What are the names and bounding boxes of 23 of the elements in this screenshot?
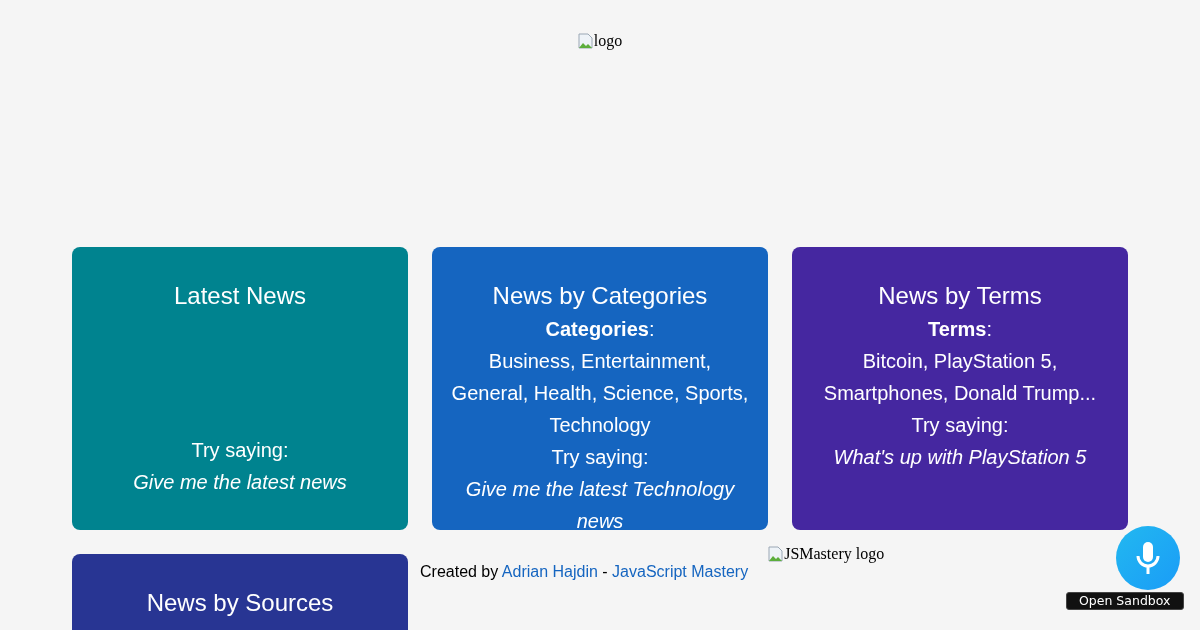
- brand-link[interactable]: JavaScript Mastery: [612, 563, 749, 580]
- card-title: News by Categories: [492, 281, 708, 311]
- info-text: Bitcoin, PlayStation 5, Smartphones, Donald Trump...: [822, 349, 1098, 406]
- hint-label: Try saying:: [551, 445, 649, 470]
- info-text: Business, Entertainment, General, Health, Science, Sports, Technology: [450, 349, 750, 438]
- info-label: Terms:: [927, 317, 993, 342]
- card-title: News by Sources: [145, 588, 335, 618]
- card-title: News by Terms: [878, 281, 1042, 311]
- author-link[interactable]: Adrian Hajdin: [501, 563, 598, 580]
- open-sandbox-button[interactable]: Open Sandbox: [1066, 592, 1184, 610]
- card-title: Latest News: [173, 281, 307, 311]
- broken-image-icon: [768, 546, 785, 562]
- broken-image-icon: [577, 33, 594, 49]
- example-phrase: Give me the latest Technology news: [464, 477, 736, 534]
- example-phrase: Give me the latest news: [133, 470, 347, 495]
- example-phrase: What's up with PlayStation 5: [833, 445, 1087, 470]
- image-alt-text: JSMastery logo: [784, 545, 885, 563]
- info-label: Categories:: [545, 317, 655, 342]
- credit-text: Created by Adrian Hajdin - JavaScript Mastery: [420, 562, 749, 582]
- microphone-icon: [1135, 541, 1161, 575]
- hint-label: Try saying:: [911, 413, 1009, 438]
- image-alt-text: logo: [593, 32, 623, 50]
- hint-label: Try saying:: [191, 438, 289, 463]
